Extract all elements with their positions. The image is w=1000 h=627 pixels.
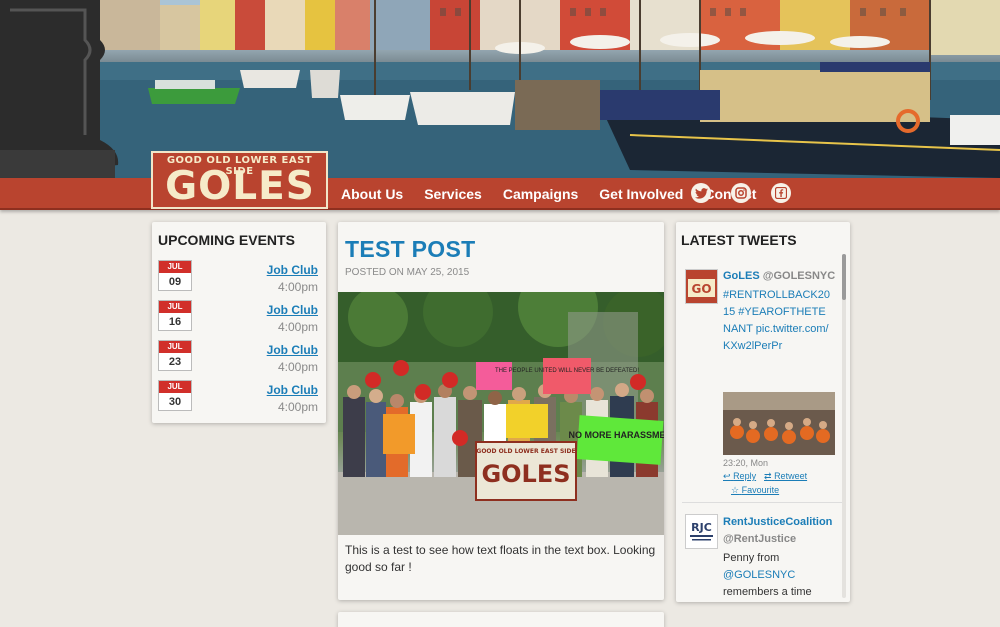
event-item[interactable]: JUL 23 Job Club 4:00pm xyxy=(158,340,324,374)
tweets-scrollbar[interactable] xyxy=(842,254,846,598)
tweet-author-name[interactable]: GoLES xyxy=(723,270,760,282)
tweet-favourite-label: Favourite xyxy=(741,485,780,495)
tweet-text[interactable]: #RENTROLLBACK2015 #YEAROFTHETENANT pic.t… xyxy=(723,287,833,355)
event-time: 4:00pm xyxy=(277,400,318,414)
instagram-icon[interactable] xyxy=(731,183,751,203)
retweet-icon: ⇄ xyxy=(764,471,772,481)
sign-left-text: THE PEOPLE UNITED WILL NEVER BE DEFEATED… xyxy=(495,368,639,374)
calendar-date-icon: JUL 09 xyxy=(158,260,192,291)
event-month: JUL xyxy=(159,301,191,313)
star-icon: ☆ xyxy=(731,485,740,495)
banner-tagline: GOOD OLD LOWER EAST SIDE xyxy=(476,448,575,455)
tweet-text: Penny from @GOLESNYC remembers a time xyxy=(723,550,833,601)
event-title-link[interactable]: Job Club xyxy=(267,263,318,277)
banner-wordmark: GOLES xyxy=(481,460,570,488)
tweet-retweet-button[interactable]: ⇄ Retweet xyxy=(764,471,807,482)
event-month: JUL xyxy=(159,341,191,353)
nav-campaigns[interactable]: Campaigns xyxy=(503,186,578,202)
tweet-divider xyxy=(682,502,842,503)
events-heading: UPCOMING EVENTS xyxy=(158,232,295,248)
latest-tweets-widget: LATEST TWEETS GO GoLES @GOLESNYC #RENTRO… xyxy=(676,222,850,602)
event-title-link[interactable]: Job Club xyxy=(267,343,318,357)
tweet-retweet-label: Retweet xyxy=(774,471,808,481)
calendar-date-icon: JUL 16 xyxy=(158,300,192,331)
event-month: JUL xyxy=(159,381,191,393)
upcoming-events-widget: UPCOMING EVENTS JUL 09 Job Club 4:00pm J… xyxy=(152,222,326,423)
event-month: JUL xyxy=(159,261,191,273)
calendar-date-icon: JUL 23 xyxy=(158,340,192,371)
event-day: 30 xyxy=(168,396,182,408)
blog-post-card: TEST POST POSTED ON MAY 25, 2015 THE PEO… xyxy=(338,222,664,600)
tweet-favourite-button[interactable]: ☆ Favourite xyxy=(731,485,779,496)
event-day: 09 xyxy=(168,276,182,288)
event-item[interactable]: JUL 09 Job Club 4:00pm xyxy=(158,260,324,294)
event-title-link[interactable]: Job Club xyxy=(267,303,318,317)
rjc-avatar[interactable]: RJC xyxy=(685,514,718,549)
nav-get-involved[interactable]: Get Involved xyxy=(599,186,683,202)
tweet-reply-label: Reply xyxy=(733,471,757,481)
tweet-handle-text[interactable]: @RentJustice xyxy=(723,533,796,545)
event-time: 4:00pm xyxy=(277,320,318,334)
event-item[interactable]: JUL 30 Job Club 4:00pm xyxy=(158,380,324,414)
goles-avatar[interactable]: GO xyxy=(685,269,718,304)
tweet-author[interactable]: GoLES @GOLESNYC xyxy=(723,270,835,282)
harbor-photo xyxy=(0,0,1000,178)
calendar-date-icon: JUL 30 xyxy=(158,380,192,411)
tweet-reply-button[interactable]: ↩ Reply xyxy=(723,471,756,482)
scrollbar-thumb[interactable] xyxy=(842,254,846,300)
nav-services[interactable]: Services xyxy=(424,186,482,202)
event-item[interactable]: JUL 16 Job Club 4:00pm xyxy=(158,300,324,334)
reply-icon: ↩ xyxy=(723,471,731,481)
event-day: 16 xyxy=(168,316,182,328)
goles-logo[interactable]: GOOD OLD LOWER EAST SIDE GOLES xyxy=(151,151,328,209)
main-nav: About Us Services Campaigns Get Involved… xyxy=(341,178,777,210)
twitter-icon[interactable] xyxy=(691,183,711,203)
post-date: POSTED ON MAY 25, 2015 xyxy=(345,267,470,278)
tweet-text-start: Penny from xyxy=(723,552,780,564)
event-time: 4:00pm xyxy=(277,360,318,374)
tweet-mention-link[interactable]: @GOLESNYC xyxy=(723,569,795,581)
event-time: 4:00pm xyxy=(277,280,318,294)
logo-wordmark: GOLES xyxy=(165,164,315,209)
event-day: 23 xyxy=(168,356,182,368)
post-image[interactable]: THE PEOPLE UNITED WILL NEVER BE DEFEATED… xyxy=(338,292,664,535)
svg-text:RJC: RJC xyxy=(691,521,712,534)
next-post-card xyxy=(338,612,664,627)
tweet-author-handle[interactable]: @GOLESNYC xyxy=(763,270,835,282)
post-body: This is a test to see how text floats in… xyxy=(345,543,656,574)
tweet-author-handle[interactable]: @RentJustice xyxy=(723,533,796,545)
svg-text:GO: GO xyxy=(691,282,711,296)
tweets-heading: LATEST TWEETS xyxy=(681,232,797,248)
tweet-timestamp[interactable]: 23:20, Mon xyxy=(723,458,768,468)
facebook-icon[interactable] xyxy=(771,183,791,203)
tweet-text-end: remembers a time xyxy=(723,586,812,598)
event-title-link[interactable]: Job Club xyxy=(267,383,318,397)
nav-about-us[interactable]: About Us xyxy=(341,186,403,202)
tweet-photo[interactable] xyxy=(723,392,835,455)
tweet-author-name[interactable]: RentJusticeCoalition xyxy=(723,516,832,528)
hero-banner xyxy=(0,0,1000,178)
post-title[interactable]: TEST POST xyxy=(345,236,476,263)
sign-right-text: NO MORE HARASSMENT xyxy=(568,430,664,440)
